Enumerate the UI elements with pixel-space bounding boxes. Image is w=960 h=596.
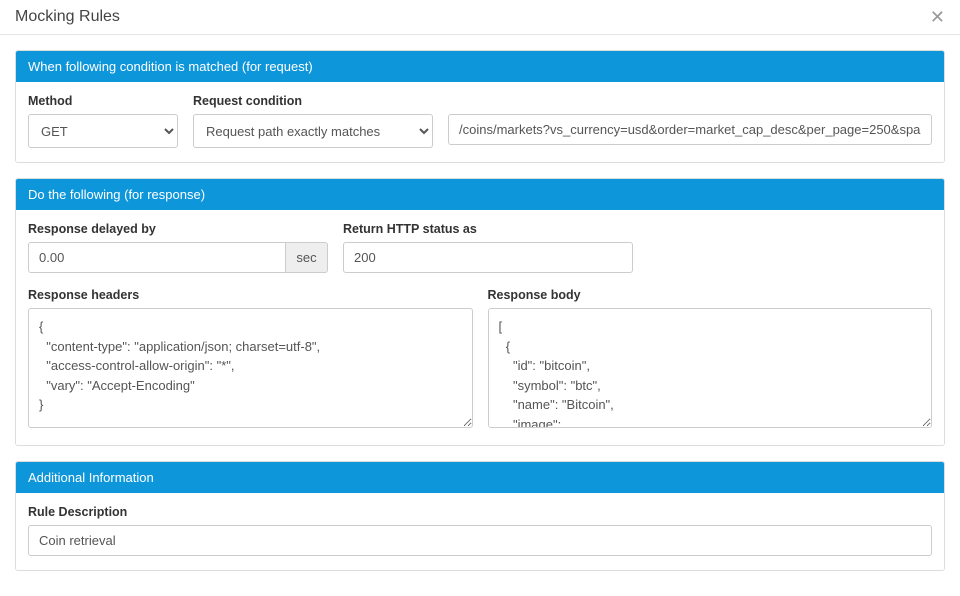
- response-panel-body: Response delayed by sec Return HTTP stat…: [16, 210, 944, 445]
- mocking-rules-dialog: Mocking Rules ✕ When following condition…: [0, 0, 960, 596]
- request-path-spacer: [448, 94, 932, 108]
- http-status-input[interactable]: [343, 242, 633, 273]
- request-condition-panel-header: When following condition is matched (for…: [16, 51, 944, 82]
- response-delay-group: sec: [28, 242, 328, 273]
- dialog-body: When following condition is matched (for…: [0, 35, 960, 586]
- http-status-field: Return HTTP status as: [343, 222, 633, 273]
- method-select[interactable]: GET: [28, 114, 178, 148]
- response-delay-unit: sec: [286, 242, 328, 273]
- response-delay-input[interactable]: [28, 242, 286, 273]
- request-path-input[interactable]: [448, 114, 932, 145]
- response-body-label: Response body: [488, 288, 933, 302]
- response-body-textarea[interactable]: [488, 308, 933, 428]
- additional-info-panel-header: Additional Information: [16, 462, 944, 493]
- response-headers-field: Response headers: [28, 288, 473, 431]
- request-condition-panel-body: Method GET Request condition Request pat…: [16, 82, 944, 162]
- response-delay-field: Response delayed by sec: [28, 222, 328, 273]
- response-headers-textarea[interactable]: [28, 308, 473, 428]
- request-condition-select[interactable]: Request path exactly matches: [193, 114, 433, 148]
- response-panel-header: Do the following (for response): [16, 179, 944, 210]
- rule-description-label: Rule Description: [28, 505, 932, 519]
- method-label: Method: [28, 94, 178, 108]
- response-body-field: Response body: [488, 288, 933, 431]
- response-panel: Do the following (for response) Response…: [15, 178, 945, 446]
- http-status-label: Return HTTP status as: [343, 222, 633, 236]
- close-icon[interactable]: ✕: [930, 8, 945, 26]
- response-headers-label: Response headers: [28, 288, 473, 302]
- rule-description-input[interactable]: [28, 525, 932, 556]
- dialog-header: Mocking Rules ✕: [0, 0, 960, 35]
- request-condition-panel: When following condition is matched (for…: [15, 50, 945, 163]
- request-path-field: [448, 94, 932, 148]
- dialog-title: Mocking Rules: [15, 8, 120, 26]
- additional-info-panel: Additional Information Rule Description: [15, 461, 945, 571]
- request-condition-label: Request condition: [193, 94, 433, 108]
- method-field: Method GET: [28, 94, 178, 148]
- additional-info-panel-body: Rule Description: [16, 493, 944, 570]
- response-delay-label: Response delayed by: [28, 222, 328, 236]
- request-condition-field: Request condition Request path exactly m…: [193, 94, 433, 148]
